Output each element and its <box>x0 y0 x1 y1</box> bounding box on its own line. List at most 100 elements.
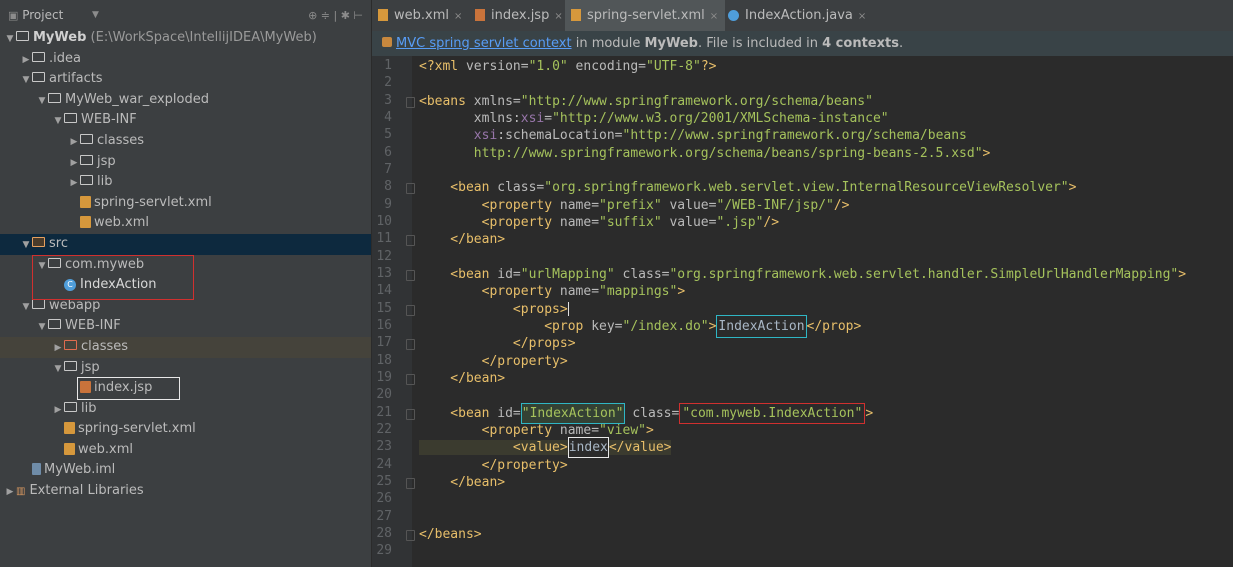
expand-arrow-icon[interactable]: ▼ <box>20 297 32 318</box>
editor-tab[interactable]: web.xml × <box>372 0 472 31</box>
code-token: "UTF-8" <box>646 59 701 74</box>
line-number: 24 <box>376 456 392 472</box>
line-number: 20 <box>376 387 392 403</box>
tree-item[interactable]: ▼ artifacts <box>0 69 371 90</box>
close-icon[interactable]: × <box>858 11 866 22</box>
code-token: "com.myweb.IndexAction" <box>679 402 866 424</box>
tree-item[interactable]: ▶ jsp <box>0 152 371 173</box>
line-number: 4 <box>384 109 392 125</box>
editor-tab-label: index.jsp <box>491 8 550 23</box>
line-number: 6 <box>384 144 392 160</box>
annotation-box-package <box>32 255 194 300</box>
editor-tab[interactable]: spring-servlet.xml × <box>565 0 725 31</box>
code-line: <property name="view"> <box>419 422 654 439</box>
tree-item[interactable]: ▼ WEB-INF <box>0 316 371 337</box>
collapse-arrow-icon[interactable]: ▶ <box>4 482 16 503</box>
tree-item-label: WEB-INF <box>65 318 121 334</box>
line-number: 2 <box>384 75 392 91</box>
project-toolbar-icons[interactable]: ⊕ ≑ | ✱ ⊢ <box>308 0 363 31</box>
tree-item[interactable]: index.jsp <box>0 378 371 399</box>
collapse-arrow-icon[interactable]: ▶ <box>68 173 80 194</box>
expand-arrow-icon[interactable]: ▼ <box>4 29 16 50</box>
code-token: <bean <box>419 180 498 196</box>
code-token: name= <box>559 284 600 300</box>
xml-file-icon <box>571 9 581 21</box>
tree-item[interactable]: spring-servlet.xml <box>0 193 371 214</box>
collapse-arrow-icon[interactable]: ▶ <box>52 400 64 421</box>
project-view-selector[interactable]: Project <box>22 8 63 22</box>
code-token: </props> <box>419 336 576 352</box>
code-token: xmlns: <box>419 110 521 126</box>
expand-arrow-icon[interactable]: ▼ <box>20 235 32 256</box>
tree-item[interactable]: ▶ ▥ External Libraries <box>0 481 371 502</box>
code-line: <property name="mappings"> <box>419 283 686 300</box>
folder-icon <box>64 401 77 412</box>
tree-item[interactable]: ▶ classes <box>0 131 371 152</box>
code-token: "http://www.springframework.org/schema/b… <box>622 128 967 144</box>
tree-item-label: classes <box>97 132 145 148</box>
code-token: > <box>1178 266 1187 282</box>
line-number: 26 <box>376 491 392 507</box>
editor-tab[interactable]: index.jsp × <box>469 0 569 31</box>
tree-item[interactable]: MyWeb.iml <box>0 460 371 481</box>
tree-item[interactable]: ▶ lib <box>0 399 371 420</box>
tree-item-label: MyWeb.iml <box>44 462 116 478</box>
folder-icon <box>64 339 77 350</box>
tree-item-label: MyWeb <box>33 30 87 45</box>
tree-item[interactable]: ▶ .idea <box>0 49 371 70</box>
collapse-arrow-icon[interactable]: ▶ <box>52 338 64 359</box>
xml-file-icon <box>80 195 91 208</box>
editor-tab[interactable]: IndexAction.java × <box>722 0 868 31</box>
expand-arrow-icon[interactable]: ▼ <box>52 111 64 132</box>
tree-item-label: classes <box>81 338 129 354</box>
context-banner: MVC spring servlet context in module MyW… <box>372 31 1233 56</box>
code-line: <bean class="org.springframework.web.ser… <box>419 179 1076 196</box>
code-token: "1.0" <box>528 59 568 74</box>
banner-contexts: 4 contexts <box>822 36 899 51</box>
tree-item-label: spring-servlet.xml <box>94 194 212 210</box>
tree-item[interactable]: spring-servlet.xml <box>0 419 371 440</box>
code-token: value= <box>661 214 717 230</box>
code-token: <property <box>419 197 560 213</box>
chevron-down-icon[interactable]: ▼ <box>92 0 99 31</box>
tree-item[interactable]: ▶ lib <box>0 172 371 193</box>
code-token: > <box>865 405 874 421</box>
libraries-icon: ▥ <box>16 486 26 498</box>
tree-item[interactable]: ▼ MyWeb_war_exploded <box>0 90 371 111</box>
expand-arrow-icon[interactable]: ▼ <box>20 70 32 91</box>
code-line: </beans> <box>419 526 482 543</box>
collapse-arrow-icon[interactable]: ▶ <box>68 153 80 174</box>
collapse-arrow-icon[interactable]: ▶ <box>20 50 32 71</box>
tree-item[interactable]: ▼ src <box>0 233 371 256</box>
line-number: 22 <box>376 421 392 437</box>
text-caret <box>567 302 569 317</box>
tree-item[interactable]: ▶ classes <box>0 336 371 359</box>
tree-item[interactable]: web.xml <box>0 440 371 461</box>
tree-item[interactable]: ▼ MyWeb (E:\WorkSpace\IntellijIDEA\MyWeb) <box>0 28 371 49</box>
code-line: <property name="suffix" value=".jsp"/> <box>419 214 779 231</box>
tree-item[interactable]: ▼ WEB-INF <box>0 110 371 131</box>
code-token: <prop <box>419 318 592 334</box>
expand-arrow-icon[interactable]: ▼ <box>52 359 64 380</box>
line-number: 11 <box>376 231 392 247</box>
code-line: <props> <box>419 301 569 318</box>
tree-item[interactable]: web.xml <box>0 213 371 234</box>
banner-module: MyWeb <box>644 36 698 51</box>
code-token: > <box>1068 180 1077 196</box>
expand-arrow-icon[interactable]: ▼ <box>36 91 48 112</box>
code-token: <property <box>419 284 560 300</box>
code-line: <bean id="IndexAction" class= "com.myweb.… <box>419 402 874 424</box>
code-token: </property> <box>419 457 568 473</box>
code-line: <?xml version="1.0" encoding="UTF-8"?> <box>419 58 716 75</box>
tree-item[interactable]: ▼ jsp <box>0 358 371 379</box>
close-icon[interactable]: × <box>710 11 718 22</box>
expand-arrow-icon[interactable]: ▼ <box>36 317 48 338</box>
tree-item-label: web.xml <box>94 215 149 231</box>
line-number: 1 <box>384 58 392 73</box>
code-editor[interactable]: <?xml version="1.0" encoding="UTF-8"?> <b… <box>412 56 1233 567</box>
code-token: "urlMapping" <box>520 266 615 282</box>
collapse-arrow-icon[interactable]: ▶ <box>68 132 80 153</box>
close-icon[interactable]: × <box>554 11 562 22</box>
spring-context-link[interactable]: MVC spring servlet context <box>396 36 572 51</box>
close-icon[interactable]: × <box>454 11 462 22</box>
